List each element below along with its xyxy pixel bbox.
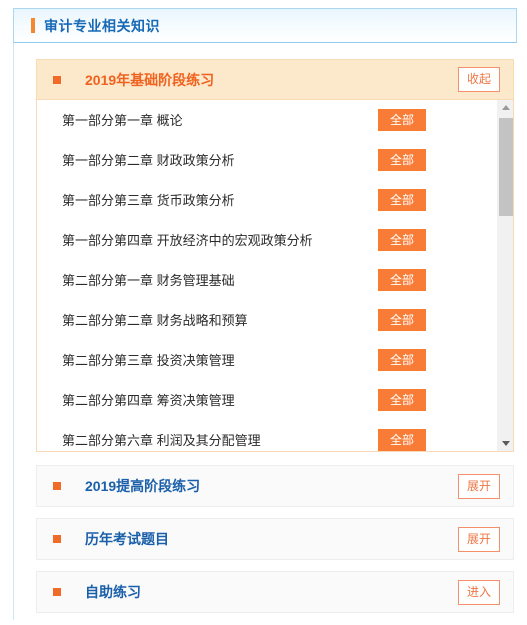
section-title: 2019提高阶段练习 — [85, 478, 201, 494]
chapter-all-button[interactable]: 全部 — [378, 309, 426, 331]
expand-button[interactable]: 展开 — [458, 526, 500, 552]
chapter-all-button[interactable]: 全部 — [378, 429, 426, 451]
accordion-header[interactable]: 2019年基础阶段练习 收起 — [36, 59, 514, 99]
chapter-all-button[interactable]: 全部 — [378, 389, 426, 411]
chapter-row: 第一部分第四章 开放经济中的宏观政策分析 全部 — [37, 220, 498, 260]
chapter-row: 第二部分第一章 财务管理基础 全部 — [37, 260, 498, 300]
square-bullet-icon — [53, 535, 61, 543]
chapter-name: 第一部分第四章 开放经济中的宏观政策分析 — [62, 232, 313, 248]
chapter-name: 第一部分第三章 货币政策分析 — [62, 192, 235, 208]
chapter-name: 第二部分第三章 投资决策管理 — [62, 352, 235, 368]
section-title: 自助练习 — [85, 584, 141, 600]
chapter-row: 第二部分第二章 财务战略和预算 全部 — [37, 300, 498, 340]
section-improvement-stage[interactable]: 2019提高阶段练习 展开 — [36, 465, 514, 507]
square-bullet-icon — [53, 482, 61, 490]
section-self-practice[interactable]: 自助练习 进入 — [36, 571, 514, 613]
scrollbar-thumb[interactable] — [499, 118, 513, 216]
chapter-row: 第一部分第一章 概论 全部 — [37, 100, 498, 140]
section-past-exams[interactable]: 历年考试题目 展开 — [36, 518, 514, 560]
expand-button[interactable]: 展开 — [458, 473, 500, 499]
chapter-all-button[interactable]: 全部 — [378, 269, 426, 291]
chapter-row: 第一部分第三章 货币政策分析 全部 — [37, 180, 498, 220]
page-title: 审计专业相关知识 — [44, 17, 160, 34]
accent-bar-icon — [31, 18, 35, 33]
chapter-scroll-area: 第一部分第一章 概论 全部 第一部分第二章 财政政策分析 全部 第一部分第三章 货币政策… — [36, 99, 514, 452]
chapter-name: 第一部分第二章 财政政策分析 — [62, 152, 235, 168]
scroll-up-arrow-icon[interactable] — [498, 100, 513, 116]
chapter-name: 第二部分第一章 财务管理基础 — [62, 272, 235, 288]
chapter-all-button[interactable]: 全部 — [378, 109, 426, 131]
chapter-list: 第一部分第一章 概论 全部 第一部分第二章 财政政策分析 全部 第一部分第三章 货币政策… — [37, 100, 498, 451]
chapter-row: 第二部分第三章 投资决策管理 全部 — [37, 340, 498, 380]
chapter-row: 第二部分第六章 利润及其分配管理 全部 — [37, 420, 498, 451]
vertical-scrollbar[interactable] — [497, 100, 513, 451]
chapter-all-button[interactable]: 全部 — [378, 189, 426, 211]
scroll-down-arrow-icon[interactable] — [498, 435, 513, 451]
accordion-title: 2019年基础阶段练习 — [85, 71, 215, 88]
chapter-all-button[interactable]: 全部 — [378, 349, 426, 371]
accordion-basic-stage: 2019年基础阶段练习 收起 第一部分第一章 概论 全部 第一部分第二章 财政政策分… — [36, 59, 514, 452]
chapter-row: 第二部分第四章 筹资决策管理 全部 — [37, 380, 498, 420]
collapse-button[interactable]: 收起 — [458, 67, 500, 92]
page-header: 审计专业相关知识 — [13, 8, 517, 43]
square-bullet-icon — [53, 588, 61, 596]
chapter-all-button[interactable]: 全部 — [378, 149, 426, 171]
chapter-name: 第二部分第六章 利润及其分配管理 — [62, 432, 261, 448]
chapter-name: 第一部分第一章 概论 — [62, 112, 183, 128]
chapter-name: 第二部分第二章 财务战略和预算 — [62, 312, 248, 328]
square-bullet-icon — [53, 75, 61, 84]
enter-button[interactable]: 进入 — [458, 579, 500, 605]
chapter-name: 第二部分第四章 筹资决策管理 — [62, 392, 235, 408]
section-title: 历年考试题目 — [85, 531, 169, 547]
page-root: 审计专业相关知识 2019年基础阶段练习 收起 第一部分第一章 概论 全部 第一部分… — [0, 0, 527, 625]
chapter-row: 第一部分第二章 财政政策分析 全部 — [37, 140, 498, 180]
chapter-all-button[interactable]: 全部 — [378, 229, 426, 251]
